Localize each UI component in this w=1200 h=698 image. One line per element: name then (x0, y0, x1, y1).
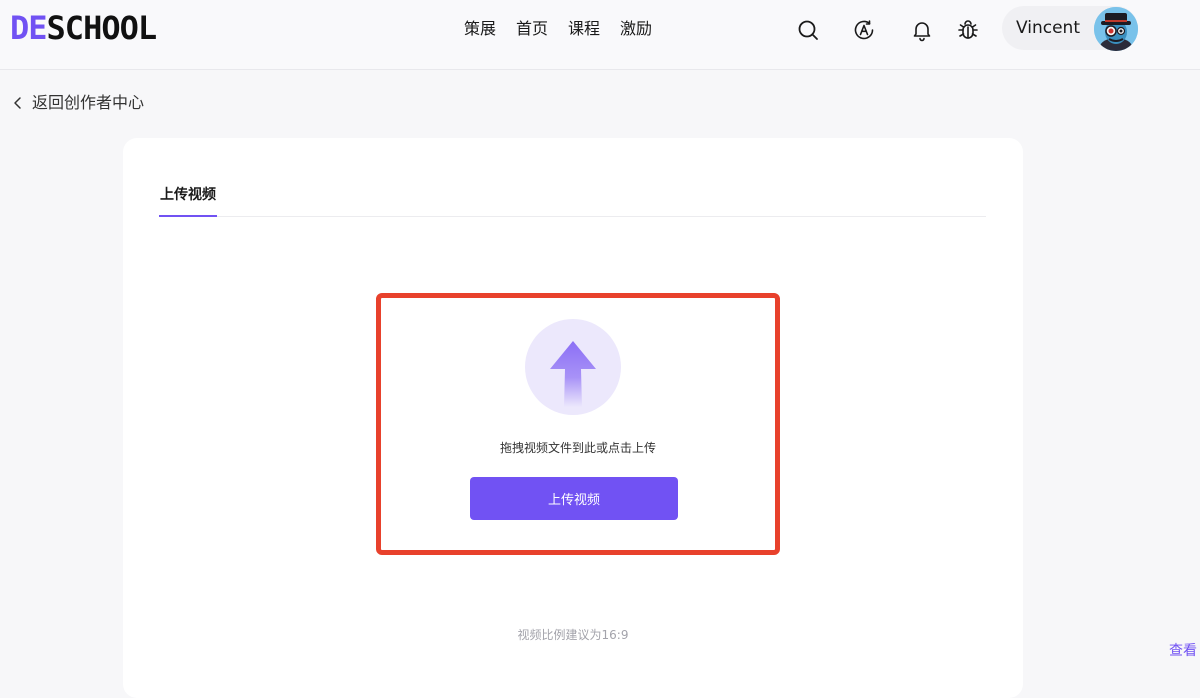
search-icon[interactable] (796, 18, 820, 42)
upload-card: 上传视频 拖拽视频文件到此或点击上传 上传视频 视频比例建议为16:9 (123, 138, 1023, 698)
nav-item-home[interactable]: 首页 (516, 18, 548, 40)
tab-bar: 上传视频 (159, 184, 986, 217)
chevron-left-icon (14, 97, 21, 109)
bug-icon[interactable] (956, 18, 980, 42)
upload-arrow-icon (525, 319, 621, 415)
view-link[interactable]: 查看 (1169, 641, 1200, 661)
bell-icon[interactable] (910, 18, 934, 42)
top-header: DE SCHOOL 策展 首页 课程 激励 Vincent (0, 0, 1200, 70)
aspect-ratio-hint: 视频比例建议为16:9 (517, 628, 629, 642)
user-menu[interactable]: Vincent (1002, 6, 1138, 51)
logo-text: SCHOOL (46, 9, 158, 47)
user-name: Vincent (1016, 18, 1080, 38)
back-to-creator-center[interactable]: 返回创作者中心 (12, 92, 144, 114)
tab-upload-video[interactable]: 上传视频 (159, 184, 217, 217)
main-nav: 策展 首页 课程 激励 (464, 18, 652, 40)
avatar[interactable] (1094, 7, 1138, 51)
upload-video-button[interactable]: 上传视频 (470, 477, 678, 520)
logo-accent: DE (10, 9, 48, 47)
deschool-logo[interactable]: DE SCHOOL (10, 9, 158, 47)
nav-item-courses[interactable]: 课程 (568, 18, 600, 40)
back-link-label: 返回创作者中心 (32, 93, 145, 112)
nav-item-rewards[interactable]: 激励 (620, 18, 652, 40)
nav-item-curation[interactable]: 策展 (464, 18, 496, 40)
translate-icon[interactable] (852, 18, 876, 42)
drag-drop-hint: 拖拽视频文件到此或点击上传 (499, 441, 656, 455)
upload-dropzone[interactable]: 拖拽视频文件到此或点击上传 上传视频 (376, 293, 780, 555)
